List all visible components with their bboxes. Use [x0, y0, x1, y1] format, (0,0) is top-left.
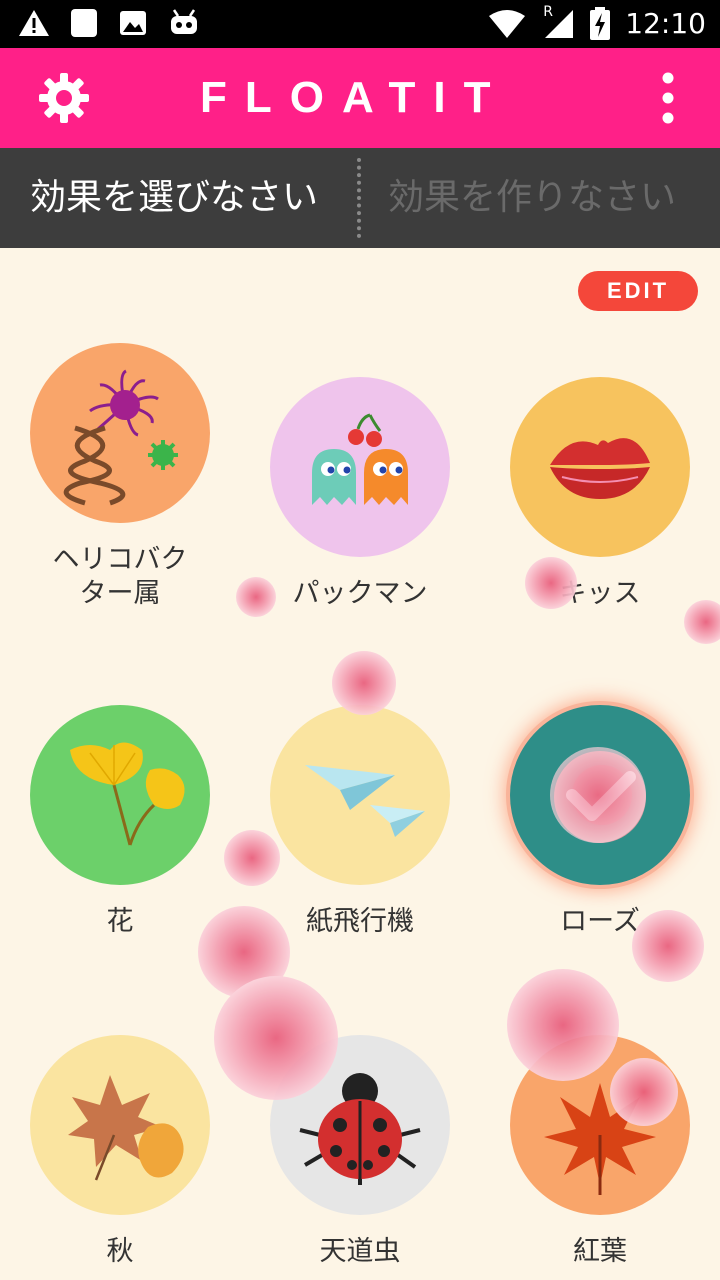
cell-signal-icon: R [541, 4, 575, 40]
effect-label: 天道虫 [319, 1236, 401, 1267]
warning-icon [19, 10, 49, 36]
kiss-lips-icon [550, 438, 650, 499]
checkmark-icon [554, 751, 646, 843]
overflow-menu-icon[interactable] [654, 72, 682, 124]
autumn-leaves-icon [68, 1075, 184, 1181]
ladybug-icon [299, 1073, 421, 1185]
clock: 12:10 [625, 7, 706, 40]
app-bar: FLOATIT [0, 48, 720, 148]
edit-button[interactable]: EDIT [578, 271, 698, 311]
effect-circle[interactable] [270, 1035, 450, 1215]
effect-tabs: 効果を選びなさい 効果を作りなさい [0, 148, 720, 248]
pacman-ghosts-icon [312, 413, 408, 505]
effect-label: パックマン [292, 578, 428, 609]
tab-create-effect[interactable]: 効果を作りなさい [388, 148, 676, 248]
effect-circle-selected[interactable] [510, 705, 690, 885]
effect-circle[interactable] [270, 705, 450, 885]
effect-circle[interactable] [510, 377, 690, 557]
effect-circle[interactable] [30, 1035, 210, 1215]
effect-label: 花 [106, 906, 134, 937]
effect-circle[interactable] [270, 377, 450, 557]
android-icon [171, 9, 197, 34]
tab-choose-effect[interactable]: 効果を選びなさい [30, 148, 318, 248]
status-bar: R 12:10 [0, 0, 720, 48]
image-icon [120, 11, 146, 35]
effect-label: ヘリコバク ター属 [52, 544, 188, 609]
effect-circle[interactable] [510, 1035, 690, 1215]
paper-plane-icon [305, 765, 425, 837]
effect-circle[interactable] [30, 343, 210, 523]
gear-icon[interactable] [38, 72, 90, 124]
ginkgo-leaf-icon [70, 742, 185, 846]
effect-circle[interactable] [30, 705, 210, 885]
status-bar-notifications [18, 8, 200, 38]
effect-label: ローズ [560, 906, 640, 937]
maple-leaf-icon [544, 1083, 656, 1195]
bacteria-icon [63, 369, 178, 506]
app-title: FLOATIT [200, 73, 509, 122]
tab-divider [357, 158, 361, 238]
effect-label: 秋 [106, 1236, 134, 1267]
effect-label: キッス [559, 578, 641, 609]
wifi-icon [489, 10, 526, 38]
roaming-label: R [543, 4, 554, 20]
status-bar-system: R 12:10 [487, 4, 706, 42]
battery-charging-icon [590, 7, 611, 40]
effect-label: 紙飛行機 [306, 906, 414, 937]
effect-label: 紅葉 [573, 1236, 627, 1267]
sd-card-icon [71, 9, 97, 37]
